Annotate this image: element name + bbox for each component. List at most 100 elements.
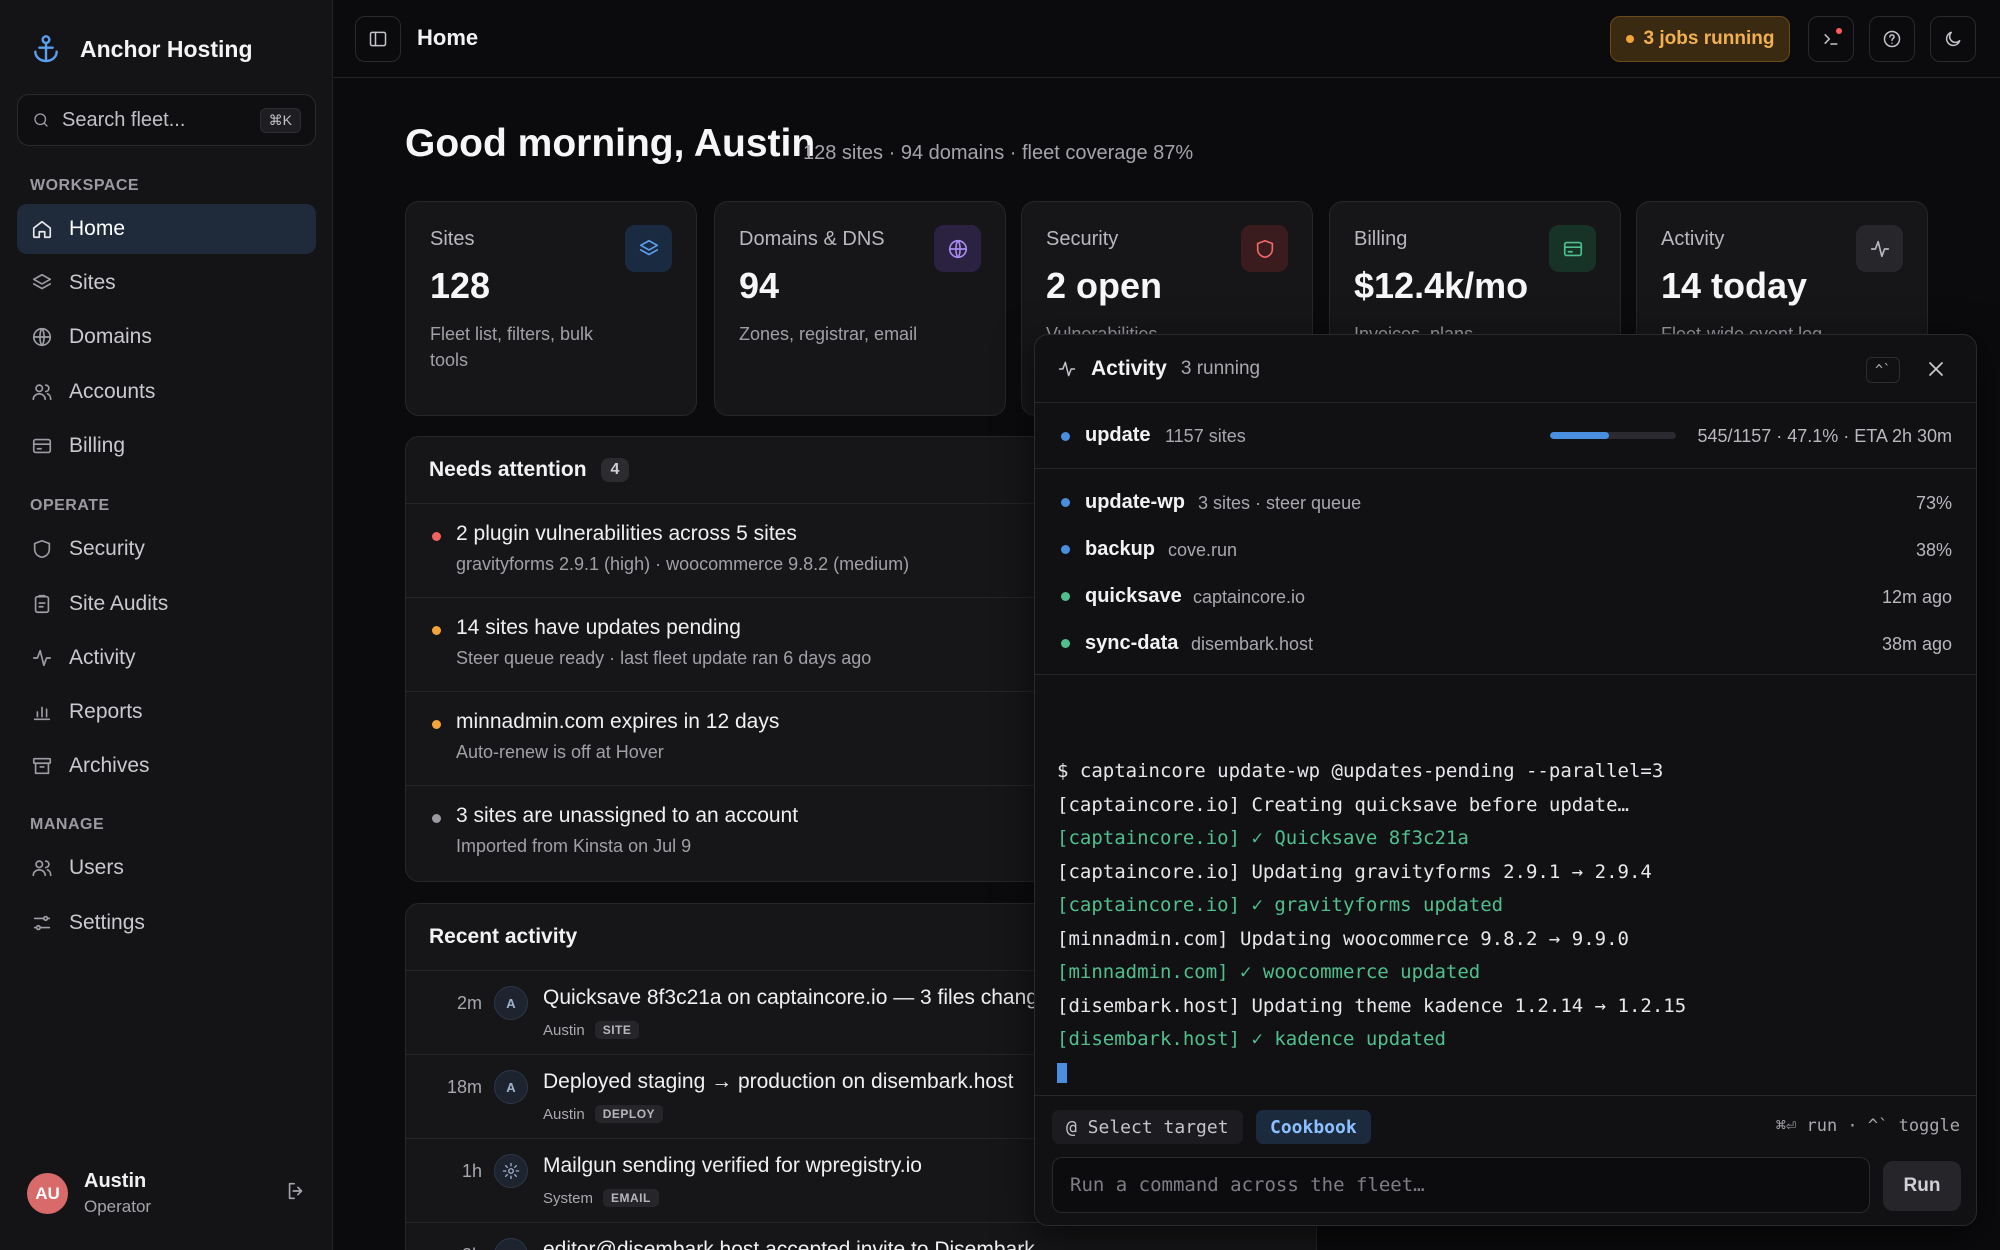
drawer-status: 3 running bbox=[1180, 357, 1261, 379]
sidebar-item-users[interactable]: Users bbox=[17, 843, 316, 893]
archive-icon bbox=[32, 757, 52, 775]
shield-icon bbox=[33, 539, 51, 559]
sidebar-item-security[interactable]: Security bbox=[17, 524, 316, 574]
job-status-dot bbox=[1061, 592, 1070, 601]
gear-icon bbox=[494, 1154, 528, 1188]
sidebar-item-label: Security bbox=[69, 537, 145, 560]
job-row[interactable]: update-wp 3 sites · steer queue 73% bbox=[1035, 483, 1976, 523]
activity-icon bbox=[1856, 225, 1903, 272]
terminal-line: [captaincore.io] ✓ Quicksave 8f3c21a bbox=[1057, 827, 1469, 849]
job-time: 12m ago bbox=[1881, 587, 1952, 607]
greeting-title: Good morning, Austin bbox=[405, 122, 816, 165]
sidebar-item-settings[interactable]: Settings bbox=[17, 898, 316, 948]
sidebar-toggle-button[interactable] bbox=[355, 16, 401, 62]
activity-icon bbox=[1058, 361, 1076, 376]
terminal-line: [minnadmin.com] Updating woocommerce 9.8… bbox=[1057, 927, 1629, 950]
job-subtitle: 1157 sites bbox=[1165, 426, 1246, 446]
job-name: update bbox=[1085, 424, 1151, 446]
terminal-line: [minnadmin.com] ✓ woocommerce updated bbox=[1057, 961, 1481, 983]
shortcut-hint: ⌘⏎ run · ^` toggle bbox=[1775, 1116, 1960, 1136]
sidebar-item-activity[interactable]: Activity bbox=[17, 633, 316, 683]
logout-icon[interactable] bbox=[285, 1180, 307, 1202]
brand[interactable]: Anchor Hosting bbox=[30, 32, 253, 66]
sidebar-item-label: Archives bbox=[69, 754, 150, 777]
section-operate: OPERATE bbox=[30, 497, 110, 514]
greeting-subtitle: 128 sites · 94 domains · fleet coverage … bbox=[803, 142, 1194, 164]
sidebar-item-label: Home bbox=[69, 217, 126, 240]
command-placeholder: Run a command across the fleet… bbox=[1070, 1174, 1425, 1196]
sidebar-item-home[interactable]: Home bbox=[17, 204, 316, 254]
help-button[interactable] bbox=[1869, 16, 1915, 62]
section-workspace: WORKSPACE bbox=[30, 177, 140, 194]
terminal-line: [captaincore.io] Creating quicksave befo… bbox=[1057, 793, 1629, 816]
command-input[interactable]: Run a command across the fleet… bbox=[1052, 1157, 1870, 1213]
cookbook-button[interactable]: Cookbook bbox=[1256, 1110, 1371, 1144]
layers-icon bbox=[32, 273, 52, 290]
user-role: Operator bbox=[84, 1197, 152, 1216]
status-dot bbox=[432, 720, 441, 729]
job-row[interactable]: backup cove.run 38% bbox=[1035, 530, 1976, 570]
activity-tag: DEPLOY bbox=[594, 1105, 664, 1123]
select-target-button[interactable]: @ Select target bbox=[1052, 1110, 1243, 1144]
card-desc: Zones, registrar, email bbox=[739, 324, 918, 344]
jobs-running-button[interactable]: 3 jobs running bbox=[1610, 16, 1790, 62]
activity-time: 3h bbox=[436, 1245, 482, 1250]
sidebar-item-sites[interactable]: Sites bbox=[17, 258, 316, 308]
job-name: quicksave bbox=[1085, 585, 1182, 607]
progress-fill bbox=[1550, 432, 1610, 439]
home-icon bbox=[32, 220, 52, 239]
card-domains[interactable]: Domains & DNS 94 Zones, registrar, email bbox=[714, 201, 1006, 416]
job-status-dot bbox=[1061, 545, 1070, 554]
job-status-dot bbox=[1061, 498, 1070, 507]
job-status-dot bbox=[1061, 639, 1070, 648]
activity-user: System bbox=[543, 1189, 594, 1207]
search-placeholder: Search fleet... bbox=[62, 108, 186, 131]
theme-toggle-button[interactable] bbox=[1930, 16, 1976, 62]
job-stats: 545/1157 · 47.1% · ETA 2h 30m bbox=[1697, 426, 1953, 446]
job-row[interactable]: sync-data disembark.host 38m ago bbox=[1035, 624, 1976, 664]
close-icon[interactable] bbox=[1924, 357, 1948, 381]
moon-icon bbox=[1945, 31, 1961, 47]
sidebar-item-domains[interactable]: Domains bbox=[17, 312, 316, 362]
shield-icon bbox=[1241, 225, 1288, 272]
user-profile[interactable]: AU Austin Operator bbox=[27, 1170, 307, 1217]
sidebar-item-accounts[interactable]: Accounts bbox=[17, 367, 316, 417]
sidebar-item-label: Settings bbox=[69, 911, 145, 934]
activity-user: Austin bbox=[543, 1105, 585, 1123]
layers-icon bbox=[625, 225, 672, 272]
anchor-icon bbox=[34, 35, 58, 63]
job-status-dot bbox=[1061, 432, 1070, 441]
terminal-output: $ captaincore update-wp @updates-pending… bbox=[1057, 755, 1686, 1090]
sidebar: Anchor Hosting Search fleet... ⌘K WORKSP… bbox=[0, 0, 333, 1250]
job-progress: 73% bbox=[1915, 493, 1952, 513]
terminal-line: [disembark.host] Updating theme kadence … bbox=[1057, 994, 1687, 1017]
card-sites[interactable]: Sites 128 Fleet list, filters, bulk tool… bbox=[405, 201, 697, 416]
activity-user: Austin bbox=[543, 1021, 585, 1039]
job-name: update-wp bbox=[1085, 491, 1185, 513]
search-input[interactable]: Search fleet... ⌘K bbox=[17, 94, 316, 146]
users-icon bbox=[32, 384, 52, 401]
drawer-title: Activity bbox=[1091, 356, 1167, 380]
terminal-button[interactable] bbox=[1808, 16, 1854, 62]
command-bar: @ Select target Cookbook ⌘⏎ run · ^` tog… bbox=[1035, 1095, 1976, 1225]
sidebar-item-label: Billing bbox=[69, 434, 126, 457]
sidebar-item-site-audits[interactable]: Site Audits bbox=[17, 579, 316, 629]
topbar: Home 3 jobs running bbox=[333, 0, 2000, 78]
run-button[interactable]: Run bbox=[1883, 1161, 1961, 1211]
sidebar-item-label: Domains bbox=[69, 325, 152, 348]
sidebar-item-label: Activity bbox=[69, 646, 136, 669]
sidebar-item-archives[interactable]: Archives bbox=[17, 741, 316, 791]
terminal-line: [captaincore.io] Updating gravityforms 2… bbox=[1057, 860, 1652, 883]
count-badge: 4 bbox=[600, 458, 630, 482]
toggle-shortcut-button[interactable]: ^` bbox=[1866, 357, 1900, 383]
clipboard-icon bbox=[34, 594, 50, 614]
panel-title: Needs attention bbox=[429, 458, 587, 481]
sidebar-item-reports[interactable]: Reports bbox=[17, 687, 316, 737]
sidebar-item-billing[interactable]: Billing bbox=[17, 421, 316, 471]
job-row[interactable]: quicksave captaincore.io 12m ago bbox=[1035, 577, 1976, 617]
sliders-icon bbox=[33, 915, 51, 931]
search-icon bbox=[34, 113, 48, 127]
job-update[interactable]: update 1157 sites 545/1157 · 47.1% · ETA… bbox=[1035, 403, 1976, 469]
status-dot bbox=[432, 814, 441, 823]
table-row[interactable]: 3h A editor@disembark.host accepted invi… bbox=[406, 1222, 1316, 1250]
